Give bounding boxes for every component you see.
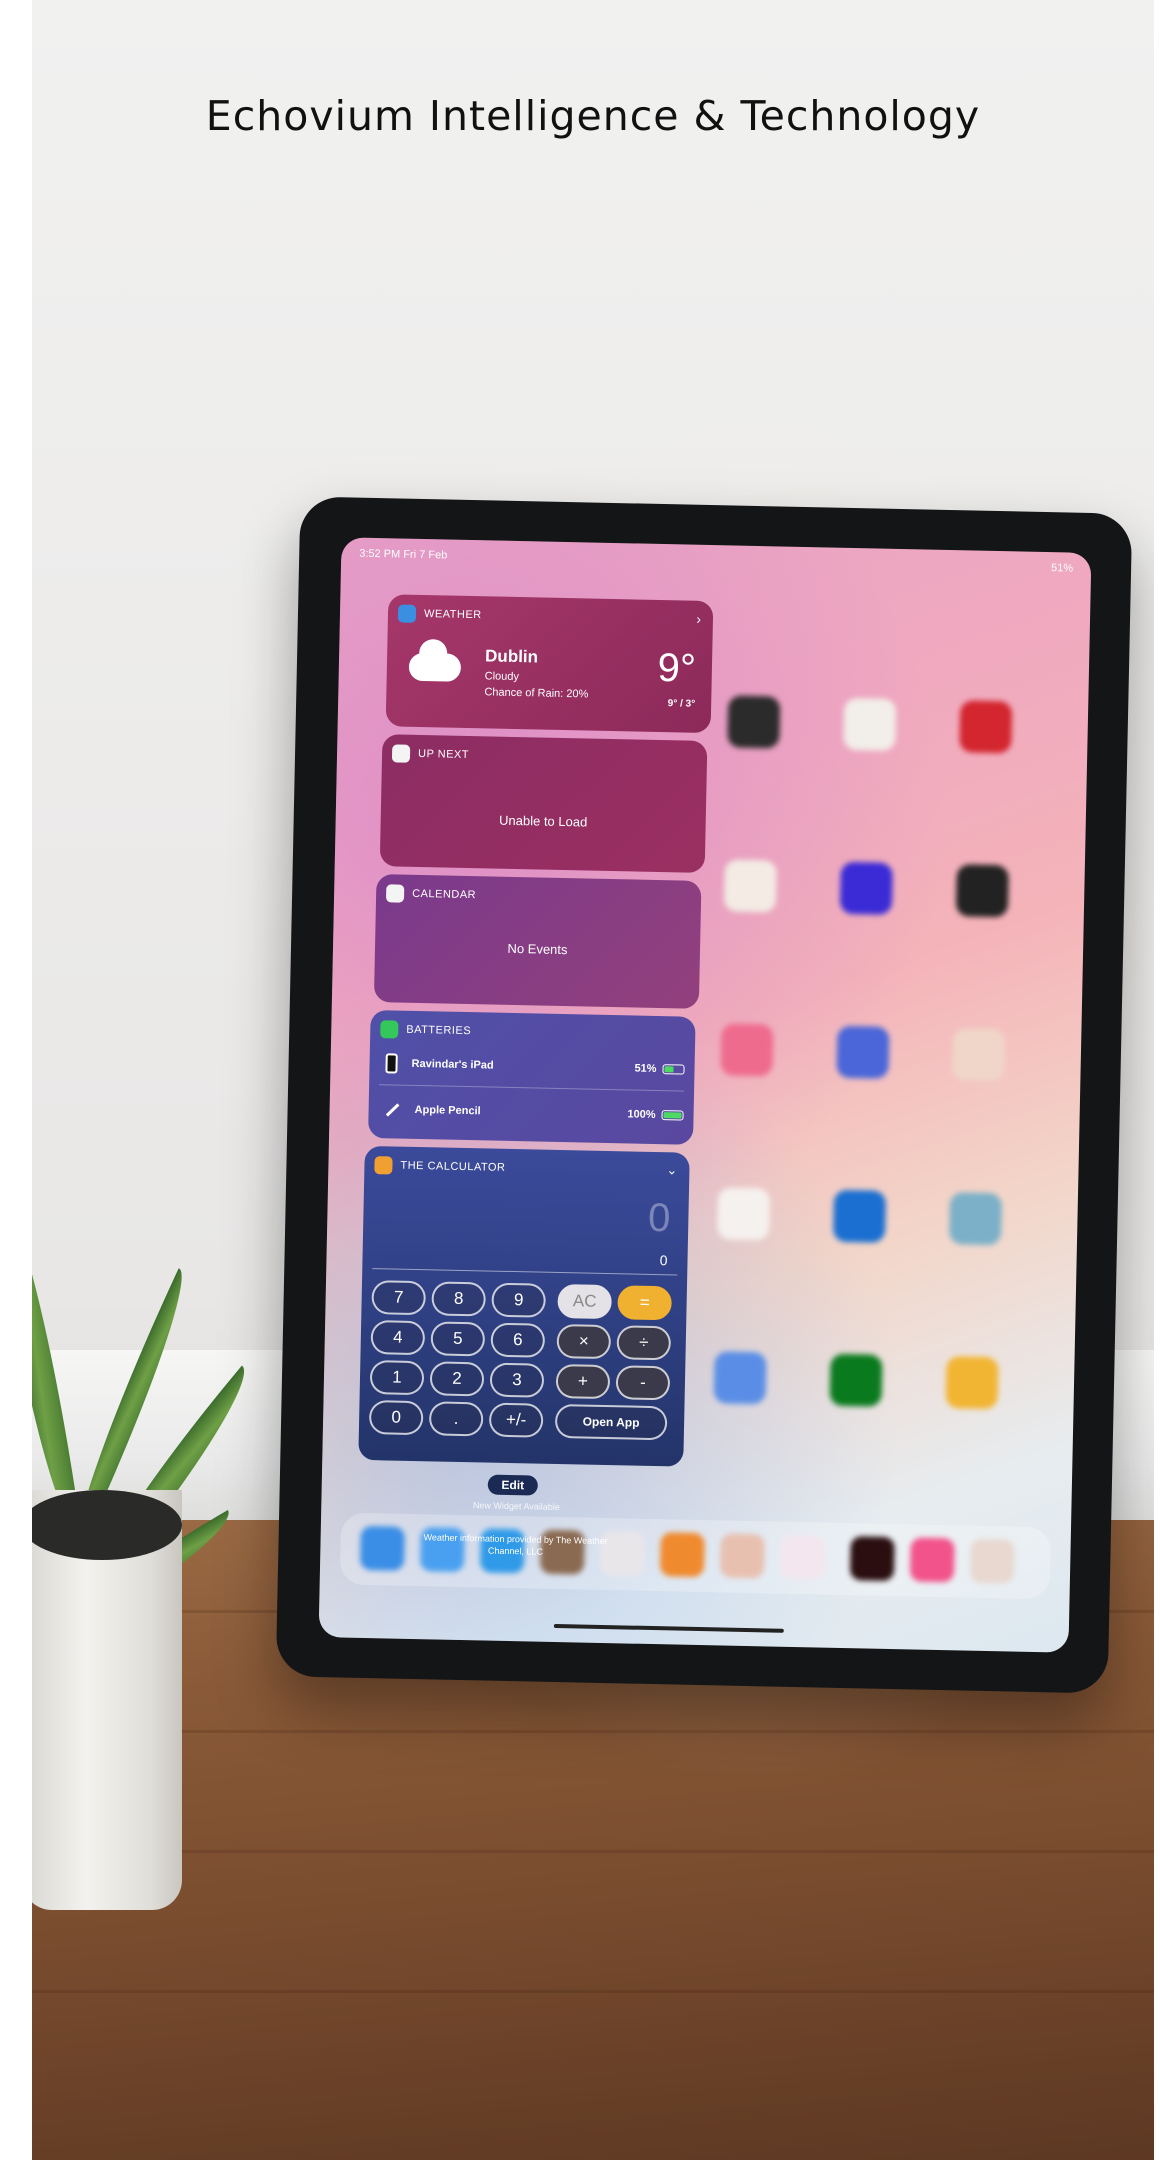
up-next-message: Unable to Load — [498, 812, 588, 830]
key-subtract[interactable]: - — [615, 1365, 671, 1401]
weather-temperature: 9° — [657, 645, 697, 691]
weather-widget[interactable]: WEATHER › Dublin Cloudy Chance of Rain: … — [385, 594, 714, 734]
calculator-sub-display: 0 — [659, 1252, 668, 1269]
weather-city: Dublin — [484, 646, 539, 667]
dock-app-icon[interactable] — [909, 1537, 955, 1583]
key-ac[interactable]: AC — [557, 1283, 612, 1320]
app-icon[interactable] — [843, 697, 897, 751]
batteries-widget[interactable]: BATTERIES Ravindar's iPad 51% Apple Penc… — [368, 1010, 696, 1145]
edit-button[interactable]: Edit — [487, 1474, 538, 1496]
battery-device-name: Apple Pencil — [414, 1103, 481, 1118]
key-equals[interactable]: = — [617, 1285, 672, 1321]
key-divide[interactable]: ÷ — [616, 1325, 672, 1361]
app-icon[interactable] — [832, 1189, 887, 1243]
calculator-app-icon — [374, 1156, 393, 1175]
headline: Echovium Intelligence & Technology — [205, 92, 981, 140]
open-app-button[interactable]: Open App — [554, 1403, 668, 1441]
ipad-screen: 3:52 PM Fri 7 Feb 51% WEATHER › Dublin C… — [318, 537, 1092, 1653]
app-icon[interactable] — [727, 695, 781, 749]
app-icon[interactable] — [959, 700, 1013, 754]
app-icon[interactable] — [723, 859, 777, 913]
key-1[interactable]: 1 — [369, 1360, 425, 1396]
dock-app-icon[interactable] — [969, 1538, 1015, 1584]
dock-app-icon[interactable] — [849, 1536, 895, 1582]
calendar-app-icon — [391, 744, 411, 763]
photo-scene: Echovium Intelligence & Technology 3:52 … — [32, 0, 1154, 2160]
key-0[interactable]: 0 — [368, 1400, 424, 1436]
battery-percent: 100% — [627, 1108, 656, 1121]
calendar-message: No Events — [507, 940, 568, 958]
battery-device-name: Ravindar's iPad — [411, 1057, 494, 1072]
key-5[interactable]: 5 — [430, 1321, 486, 1357]
app-icon[interactable] — [952, 1028, 1006, 1082]
key-add[interactable]: + — [555, 1363, 611, 1400]
dock-app-icon[interactable] — [659, 1532, 705, 1578]
battery-row: Ravindar's iPad 51% — [379, 1044, 685, 1088]
key-sign[interactable]: +/- — [488, 1402, 544, 1438]
app-icon[interactable] — [839, 861, 893, 915]
calendar-label: CALENDAR — [412, 887, 477, 902]
key-decimal[interactable]: . — [428, 1401, 484, 1437]
weather-credit: Weather information provided by The Weat… — [423, 1532, 608, 1557]
battery-percent: 51% — [634, 1062, 657, 1075]
up-next-label: UP NEXT — [417, 747, 470, 762]
key-3[interactable]: 3 — [489, 1362, 545, 1398]
key-9[interactable]: 9 — [491, 1282, 547, 1318]
battery-level-icon — [661, 1110, 684, 1121]
calendar-widget[interactable]: CALENDAR No Events — [373, 874, 702, 1009]
battery-row: Apple Pencil 100% — [378, 1090, 684, 1134]
app-icon[interactable] — [948, 1192, 1003, 1246]
weather-widget-label: WEATHER — [423, 608, 482, 622]
calculator-widget[interactable]: THE CALCULATOR ⌄ 0 0 7 8 9 AC = 4 5 6 × … — [358, 1145, 690, 1467]
up-next-widget[interactable]: UP NEXT Unable to Load — [379, 734, 708, 873]
key-multiply[interactable]: × — [556, 1323, 612, 1360]
app-icon[interactable] — [836, 1025, 890, 1079]
chevron-right-icon[interactable]: › — [696, 611, 701, 627]
key-7[interactable]: 7 — [371, 1280, 427, 1316]
ipad-device: 3:52 PM Fri 7 Feb 51% WEATHER › Dublin C… — [275, 496, 1133, 1694]
key-8[interactable]: 8 — [431, 1281, 487, 1317]
weather-temp-range: 9° / 3° — [667, 698, 696, 710]
weather-rain-chance: Chance of Rain: 20% — [484, 686, 589, 701]
ipad-icon — [385, 1053, 398, 1074]
battery-level-icon — [662, 1064, 685, 1075]
calculator-display: 0 — [647, 1195, 671, 1241]
dock-app-icon[interactable] — [779, 1534, 825, 1580]
app-icon[interactable] — [720, 1023, 774, 1077]
calculator-label: THE CALCULATOR — [400, 1159, 506, 1174]
weather-app-icon — [397, 604, 417, 623]
chevron-down-icon[interactable]: ⌄ — [666, 1162, 677, 1178]
batteries-label: BATTERIES — [406, 1023, 472, 1038]
dock-app-icon[interactable] — [719, 1533, 765, 1579]
key-4[interactable]: 4 — [370, 1320, 426, 1356]
key-6[interactable]: 6 — [490, 1322, 546, 1358]
calendar-app-icon — [385, 884, 405, 903]
battery-app-icon — [380, 1020, 399, 1039]
weather-condition: Cloudy — [484, 670, 520, 684]
key-2[interactable]: 2 — [429, 1361, 485, 1397]
app-icon[interactable] — [945, 1356, 999, 1410]
app-icon[interactable] — [713, 1351, 767, 1405]
app-icon[interactable] — [955, 864, 1009, 918]
status-battery: 51% — [1050, 562, 1074, 575]
pencil-icon — [385, 1102, 400, 1117]
app-icon[interactable] — [829, 1353, 883, 1407]
dock-app-icon[interactable] — [359, 1525, 405, 1571]
status-time: 3:52 PM Fri 7 Feb — [359, 547, 448, 562]
app-icon[interactable] — [716, 1187, 771, 1241]
cloud-icon — [408, 652, 462, 682]
